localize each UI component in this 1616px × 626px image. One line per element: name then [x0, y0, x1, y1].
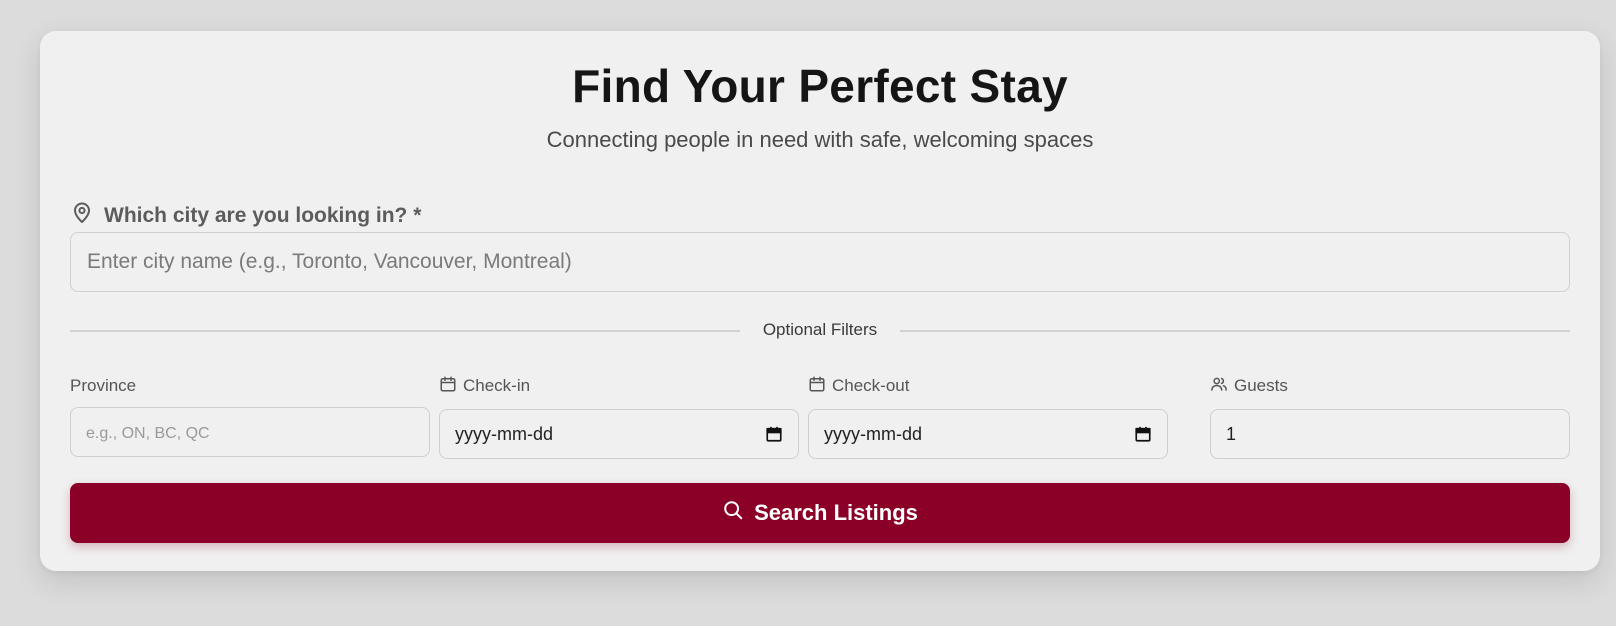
province-label-text: Province: [70, 376, 137, 395]
check-in-field: Check-in yyyy-mm-dd: [439, 375, 799, 459]
guests-input[interactable]: [1210, 409, 1570, 459]
calendar-icon: [439, 375, 457, 398]
search-listings-label: Search Listings: [754, 500, 918, 525]
province-label: Province: [70, 375, 430, 397]
guests-label: Guests: [1210, 375, 1570, 397]
check-out-field: Check-out yyyy-mm-dd: [808, 375, 1168, 459]
calendar-picker-icon[interactable]: [765, 425, 783, 443]
guests-label-text: Guests: [1234, 376, 1288, 395]
check-out-label-text: Check-out: [832, 376, 910, 395]
city-label-text: Which city are you looking in? *: [104, 204, 422, 227]
city-input[interactable]: [70, 232, 1570, 292]
check-in-label: Check-in: [439, 375, 799, 397]
page-title: Find Your Perfect Stay: [572, 60, 1068, 112]
optional-filters-label: Optional Filters: [762, 320, 878, 339]
page-subtitle: Connecting people in need with safe, wel…: [546, 127, 1094, 152]
check-out-value: yyyy-mm-dd: [824, 423, 922, 444]
divider-line-right: [900, 330, 1570, 332]
search-card: Find Your Perfect Stay Connecting people…: [40, 31, 1600, 571]
calendar-icon: [808, 375, 826, 398]
city-label: Which city are you looking in? *: [70, 201, 421, 231]
divider-line-left: [70, 330, 740, 332]
check-in-input[interactable]: yyyy-mm-dd: [439, 409, 799, 459]
guests-field: Guests: [1210, 375, 1570, 459]
check-in-label-text: Check-in: [463, 376, 531, 395]
search-icon: [722, 499, 744, 527]
optional-filters-divider: Optional Filters: [70, 319, 1570, 343]
province-field: Province: [70, 375, 430, 457]
users-icon: [1210, 375, 1228, 398]
province-input[interactable]: [70, 407, 430, 457]
calendar-picker-icon[interactable]: [1134, 425, 1152, 443]
check-out-input[interactable]: yyyy-mm-dd: [808, 409, 1168, 459]
search-listings-button[interactable]: Search Listings: [70, 483, 1570, 543]
check-out-label: Check-out: [808, 375, 1168, 397]
map-pin-icon: [70, 201, 94, 231]
check-in-value: yyyy-mm-dd: [455, 423, 553, 444]
